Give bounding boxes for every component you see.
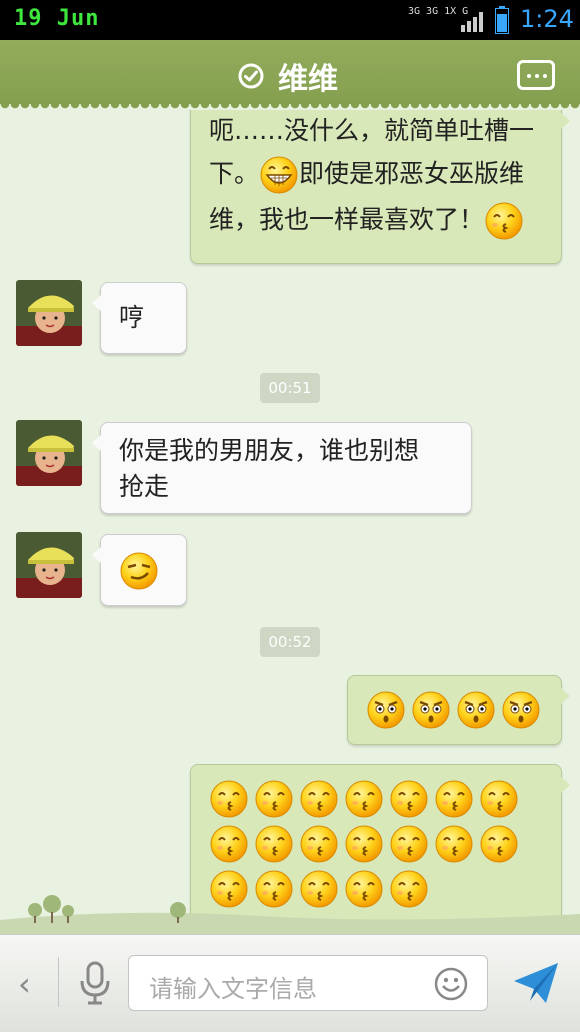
message-timestamp: 00:51: [260, 373, 320, 403]
kiss-emoji-icon: [434, 824, 474, 864]
send-icon[interactable]: [512, 961, 560, 1005]
angry-emoji-icon: [456, 690, 496, 730]
contact-avatar[interactable]: [16, 532, 82, 598]
smirk-emoji-icon: [119, 551, 159, 591]
kiss-emoji-icon: [389, 824, 429, 864]
kiss-emoji-icon: [344, 779, 384, 819]
message-input-bar: ‹ 请输入文字信息: [0, 934, 580, 1032]
kiss-emoji-icon: [434, 779, 474, 819]
message-timestamp: 00:52: [260, 627, 320, 657]
microphone-icon[interactable]: [78, 961, 112, 1005]
back-arrow-button[interactable]: ‹: [18, 965, 31, 1003]
dot-icon: [543, 74, 547, 78]
message-bubble-incoming[interactable]: [92, 534, 187, 606]
status-bar: 19 Jun 3G 3G 1X G 1:24: [0, 0, 580, 40]
signal-icon: [461, 12, 483, 32]
chat-header: 维维: [0, 40, 580, 110]
dot-icon: [535, 74, 539, 78]
chat-messages[interactable]: 呃……没什么，就简单吐槽一 下。 即使是邪恶女巫版维 维，我也一样最喜欢了！ 哼 …: [0, 110, 580, 934]
landscape-decoration: [0, 895, 580, 934]
message-bubble-incoming[interactable]: 哼: [92, 282, 187, 354]
kiss-emoji-icon: [254, 824, 294, 864]
message-line: 你是我的男朋友，谁也别想: [119, 436, 420, 465]
angry-emoji-icon: [501, 690, 541, 730]
message-bubble-outgoing[interactable]: 呃……没什么，就简单吐槽一 下。 即使是邪恶女巫版维 维，我也一样最喜欢了！: [190, 110, 570, 264]
grin-emoji-icon: [259, 155, 299, 195]
message-bubble-incoming[interactable]: 你是我的男朋友，谁也别想 抢走: [92, 422, 472, 514]
status-date: 19 Jun: [14, 6, 100, 31]
kiss-emoji-icon: [389, 779, 429, 819]
contact-avatar[interactable]: [16, 420, 82, 486]
message-input[interactable]: 请输入文字信息: [128, 955, 488, 1011]
check-circle-icon: [238, 63, 264, 89]
input-placeholder: 请输入文字信息: [149, 975, 317, 1003]
kiss-emoji-icon: [344, 824, 384, 864]
kiss-emoji-icon: [299, 779, 339, 819]
message-bubble-outgoing[interactable]: [347, 675, 570, 745]
status-time: 1:24: [520, 5, 574, 33]
message-line: 下。: [209, 159, 260, 188]
kiss-emoji-icon: [484, 201, 524, 241]
kiss-emoji-icon: [479, 779, 519, 819]
emoji-picker-icon[interactable]: [434, 967, 468, 1001]
message-line: 维，我也一样最喜欢了！: [209, 205, 485, 234]
message-text: 哼: [119, 303, 145, 332]
kiss-emoji-icon: [479, 824, 519, 864]
kiss-emoji-icon: [254, 779, 294, 819]
angry-emoji-icon: [366, 690, 406, 730]
message-line: 即使是邪恶女巫版维: [299, 159, 525, 188]
kiss-emoji-icon: [209, 779, 249, 819]
contact-avatar[interactable]: [16, 280, 82, 346]
message-line: 抢走: [119, 472, 170, 501]
angry-emoji-icon: [411, 690, 451, 730]
message-line: 呃……没什么，就简单吐槽一: [209, 116, 535, 145]
dot-icon: [527, 74, 531, 78]
kiss-emoji-icon: [209, 824, 249, 864]
kiss-emoji-icon: [299, 824, 339, 864]
battery-icon: [495, 6, 509, 34]
contact-name: 维维: [278, 62, 338, 97]
divider: [58, 957, 59, 1007]
chat-menu-button[interactable]: [517, 60, 555, 90]
